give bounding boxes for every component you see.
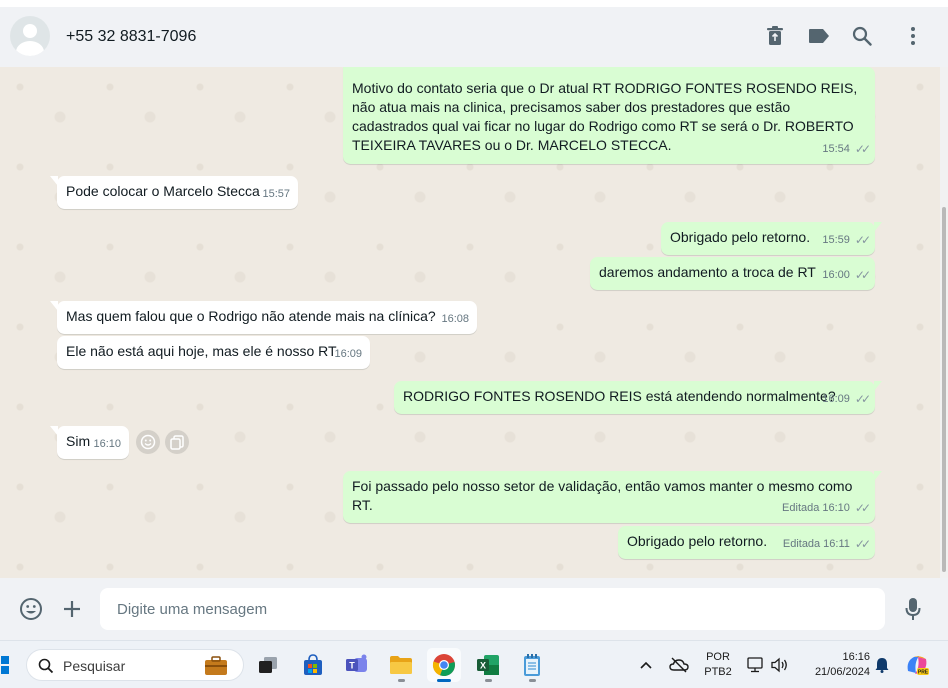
- message-time: 15:54: [822, 143, 850, 155]
- message-time: 16:10: [93, 438, 121, 450]
- briefcase-icon: [205, 656, 227, 675]
- message-meta: 16:09 ✓✓: [822, 390, 871, 409]
- scrollbar-thumb[interactable]: [942, 207, 946, 572]
- chat-area[interactable]: Motivo do contato seria que o Dr atual R…: [0, 67, 940, 578]
- menu-icon[interactable]: [900, 23, 926, 49]
- message-bubble[interactable]: Mas quem falou que o Rodrigo não atende …: [50, 301, 477, 334]
- chat-header: +55 32 8831-7096: [0, 7, 948, 67]
- chevron-up-icon[interactable]: [634, 648, 658, 682]
- contact-name[interactable]: +55 32 8831-7096: [66, 28, 196, 46]
- teams-icon[interactable]: T: [340, 648, 374, 682]
- message-time: 15:57: [262, 188, 290, 200]
- message-meta: 16:09: [334, 345, 362, 364]
- start-button[interactable]: [0, 648, 12, 682]
- label-icon[interactable]: [806, 23, 832, 49]
- clock-time: 16:16: [842, 651, 870, 663]
- svg-text:X: X: [480, 661, 486, 671]
- windows-taskbar: Pesquisar T X POR PTB2 16:16 21/06/2024 …: [0, 640, 948, 688]
- avatar-head-shape: [23, 24, 37, 38]
- file-explorer-icon[interactable]: [384, 648, 418, 682]
- copy-button[interactable]: [165, 430, 189, 454]
- language-code: POR: [706, 651, 730, 663]
- copilot-icon[interactable]: PRE: [901, 648, 933, 682]
- message-time: 16:00: [822, 269, 850, 281]
- message-text: Pode colocar o Marcelo Stecca: [66, 183, 260, 199]
- message-time: 15:59: [822, 234, 850, 246]
- avatar-body-shape: [16, 41, 44, 56]
- message-meta: 16:10: [93, 435, 121, 454]
- message-bubble[interactable]: Motivo do contato seria que o Dr atual R…: [343, 67, 875, 164]
- message-bubble[interactable]: Ele não está aqui hoje, mas ele é nosso …: [57, 336, 370, 369]
- composer-bar: [0, 578, 948, 640]
- onedrive-off-icon[interactable]: [666, 648, 692, 682]
- message-time: 16:11: [823, 538, 850, 550]
- double-check-icon: ✓✓: [854, 233, 871, 247]
- excel-icon[interactable]: X: [471, 648, 505, 682]
- search-icon: [38, 658, 54, 674]
- double-check-icon: ✓✓: [854, 142, 871, 156]
- message-text: Ele não está aqui hoje, mas ele é nosso …: [66, 343, 337, 359]
- message-meta: 15:54 ✓✓: [819, 140, 871, 159]
- message-text: RODRIGO FONTES ROSENDO REIS está atenden…: [403, 388, 836, 404]
- message-time: 16:08: [441, 313, 469, 325]
- message-time: 16:09: [822, 393, 850, 405]
- message-text: Motivo do contato seria que o Dr atual R…: [352, 80, 858, 153]
- taskbar-search-label: Pesquisar: [63, 658, 126, 674]
- double-check-icon: ✓✓: [854, 501, 871, 515]
- notification-bell-icon[interactable]: [871, 648, 893, 682]
- message-meta: 15:57: [262, 185, 290, 204]
- message-edited: Editada: [782, 502, 820, 514]
- running-indicator: [398, 679, 405, 682]
- message-edited: Editada: [782, 538, 821, 550]
- message-meta: 15:59 ✓✓: [822, 231, 871, 250]
- double-check-icon: ✓✓: [854, 392, 871, 406]
- message-bubble[interactable]: Obrigado pelo retorno. 15:59 ✓✓: [661, 222, 882, 255]
- network-icon[interactable]: [744, 648, 768, 682]
- svg-text:T: T: [349, 661, 355, 671]
- message-time: 16:09: [334, 348, 362, 360]
- message-bubble[interactable]: Pode colocar o Marcelo Stecca 15:57: [50, 176, 298, 209]
- taskbar-search[interactable]: Pesquisar: [26, 649, 244, 681]
- message-bubble[interactable]: RODRIGO FONTES ROSENDO REIS está atenden…: [394, 381, 882, 414]
- message-time: 16:10: [822, 502, 850, 514]
- delete-icon[interactable]: [762, 23, 788, 49]
- svg-text:PRE: PRE: [918, 670, 929, 676]
- message-text: Mas quem falou que o Rodrigo não atende …: [66, 308, 436, 324]
- search-icon[interactable]: [849, 23, 875, 49]
- task-view-icon[interactable]: [251, 648, 285, 682]
- volume-icon[interactable]: [768, 648, 792, 682]
- attach-plus-icon[interactable]: [59, 596, 85, 622]
- keyboard-layout: PTB2: [704, 666, 732, 678]
- message-meta: 16:00 ✓✓: [822, 266, 871, 285]
- running-indicator: [437, 679, 451, 682]
- microphone-icon[interactable]: [900, 596, 926, 622]
- clock-date: 21/06/2024: [814, 666, 870, 678]
- double-check-icon: ✓✓: [854, 537, 871, 551]
- notepad-icon[interactable]: [515, 648, 549, 682]
- input-language-indicator[interactable]: POR PTB2: [700, 650, 736, 680]
- message-bubble[interactable]: daremos andamento a troca de RT 16:00 ✓✓: [590, 257, 875, 290]
- message-bubble[interactable]: Obrigado pelo retorno. Editada 16:11 ✓✓: [618, 526, 875, 559]
- message-input[interactable]: [100, 588, 885, 630]
- emoji-react-button[interactable]: [136, 430, 160, 454]
- message-meta: Editada 16:11 ✓✓: [782, 535, 871, 554]
- running-indicator: [529, 679, 536, 682]
- chrome-icon[interactable]: [427, 648, 461, 682]
- store-icon[interactable]: [296, 648, 330, 682]
- system-clock[interactable]: 16:16 21/06/2024: [800, 650, 870, 680]
- double-check-icon: ✓✓: [854, 268, 871, 282]
- emoji-icon[interactable]: [18, 596, 44, 622]
- message-bubble[interactable]: Foi passado pelo nosso setor de validaçã…: [343, 471, 882, 523]
- chat-scrollbar[interactable]: [940, 67, 948, 578]
- message-meta: 16:08: [441, 310, 469, 329]
- message-bubble[interactable]: Sim 16:10: [50, 426, 129, 459]
- avatar[interactable]: [10, 16, 50, 56]
- message-meta: Editada 16:10 ✓✓: [782, 499, 871, 518]
- running-indicator: [485, 679, 492, 682]
